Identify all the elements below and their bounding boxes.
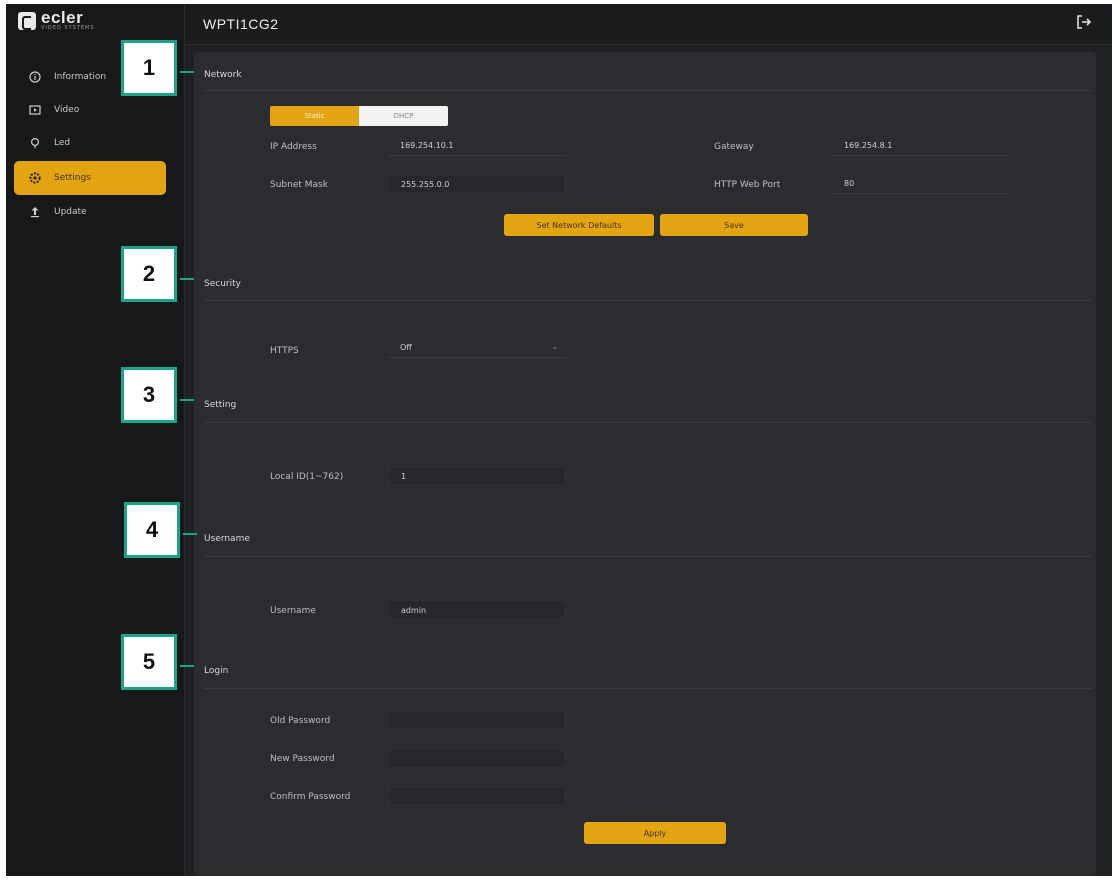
info-icon [28, 70, 42, 84]
save-button[interactable]: Save [660, 214, 808, 236]
username-title: Username [204, 534, 250, 544]
callout-3: 3 [121, 367, 177, 423]
brand-sub: VIDEO SYSTEMS [41, 25, 95, 31]
network-mode-toggle[interactable]: Static DHCP [270, 106, 448, 126]
callout-connector [180, 665, 194, 667]
network-divider [204, 90, 1092, 91]
setting-divider [204, 422, 1092, 423]
login-title: Login [204, 666, 229, 676]
sidebar: ecler VIDEO SYSTEMS Information Video Le… [6, 4, 185, 876]
brand-logo: ecler VIDEO SYSTEMS [18, 8, 95, 32]
logout-icon[interactable] [1076, 14, 1092, 34]
device-title: WPTI1CG2 [203, 16, 279, 32]
old-password-label: Old Password [270, 716, 331, 726]
top-bar: WPTI1CG2 [185, 4, 1112, 45]
bulb-icon [28, 136, 42, 150]
username-label: Username [270, 606, 316, 616]
ecler-logo-icon [18, 12, 36, 30]
security-title: Security [204, 279, 241, 289]
set-network-defaults-button[interactable]: Set Network Defaults [504, 214, 654, 236]
https-value: Off [400, 343, 412, 352]
subnet-mask-label: Subnet Mask [270, 180, 328, 190]
http-port-label: HTTP Web Port [714, 180, 781, 190]
gateway-label: Gateway [714, 142, 754, 152]
apply-button[interactable]: Apply [584, 822, 726, 844]
username-field[interactable]: admin [388, 600, 566, 620]
new-password-field[interactable] [388, 748, 566, 768]
confirm-password-label: Confirm Password [270, 792, 351, 802]
callout-connector [180, 71, 194, 73]
app-window: ecler VIDEO SYSTEMS Information Video Le… [6, 4, 1112, 876]
video-icon [28, 103, 42, 117]
sidebar-item-label: Information [54, 72, 107, 82]
chevron-down-icon: ⌄ [551, 342, 558, 351]
upload-icon [28, 205, 42, 219]
sidebar-item-label: Led [54, 138, 71, 148]
sidebar-item-video[interactable]: Video [14, 95, 166, 125]
https-select[interactable]: Off ⌄ [388, 338, 566, 358]
new-password-label: New Password [270, 754, 335, 764]
settings-panel: Network Static DHCP IP Address 169.254.1… [194, 52, 1096, 876]
callout-connector [180, 278, 194, 280]
username-divider [204, 556, 1092, 557]
gear-icon [28, 171, 42, 185]
sidebar-item-label: Update [54, 207, 87, 217]
callout-4: 4 [124, 502, 180, 558]
https-label: HTTPS [270, 346, 299, 356]
callout-connector [183, 533, 197, 535]
sidebar-item-settings[interactable]: Settings [14, 161, 166, 195]
setting-title: Setting [204, 400, 237, 410]
static-option[interactable]: Static [270, 106, 359, 126]
security-divider [204, 300, 1092, 301]
local-id-field[interactable]: 1 [388, 466, 566, 486]
old-password-field[interactable] [388, 710, 566, 730]
http-port-field[interactable]: 80 [832, 174, 1010, 194]
network-title: Network [204, 70, 242, 80]
login-divider [204, 688, 1092, 689]
local-id-label: Local ID(1~762) [270, 472, 344, 482]
sidebar-item-label: Video [54, 105, 80, 115]
sidebar-item-led[interactable]: Led [14, 128, 166, 158]
sidebar-item-label: Settings [54, 173, 91, 183]
callout-5: 5 [121, 634, 177, 690]
confirm-password-field[interactable] [388, 786, 566, 806]
gateway-field[interactable]: 169.254.8.1 [832, 136, 1010, 156]
sidebar-item-update[interactable]: Update [14, 197, 166, 227]
callout-1: 1 [121, 40, 177, 96]
dhcp-option[interactable]: DHCP [359, 106, 448, 126]
ip-address-label: IP Address [270, 142, 317, 152]
brand-name: ecler [41, 8, 84, 27]
subnet-mask-field[interactable]: 255.255.0.0 [388, 174, 566, 194]
callout-2: 2 [121, 246, 177, 302]
callout-connector [180, 399, 194, 401]
ip-address-field[interactable]: 169.254.10.1 [388, 136, 566, 156]
